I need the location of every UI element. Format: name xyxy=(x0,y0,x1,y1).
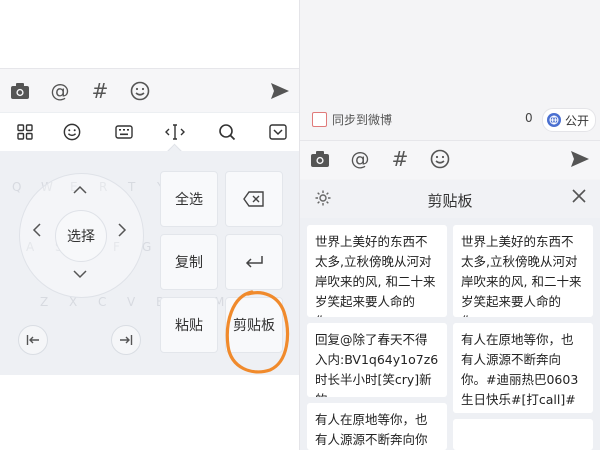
at-icon[interactable]: @ xyxy=(48,79,72,103)
visibility-button[interactable]: 公开 xyxy=(542,108,596,132)
cursor-move-icon[interactable] xyxy=(163,120,187,144)
sync-row: 同步到微博 0 公开 xyxy=(300,106,600,132)
collapse-keyboard-icon[interactable] xyxy=(266,120,290,144)
clipboard-header: 剪贴板 xyxy=(300,180,600,218)
select-all-key[interactable]: 全选 xyxy=(160,171,218,227)
arrow-up-icon[interactable] xyxy=(70,180,90,200)
backspace-icon xyxy=(243,191,264,207)
clipboard-item[interactable]: 有人在原地等你，也有人源源不断奔向你 xyxy=(307,403,447,450)
arrow-left-icon[interactable] xyxy=(27,222,47,242)
arrow-right-icon[interactable] xyxy=(112,222,132,242)
ghost-key: V xyxy=(127,295,136,309)
move-to-end-icon[interactable] xyxy=(111,325,141,355)
enter-key[interactable] xyxy=(225,234,283,290)
paste-key[interactable]: 粘贴 xyxy=(160,297,218,353)
sync-checkbox[interactable] xyxy=(312,112,327,127)
at-icon[interactable]: @ xyxy=(348,147,372,171)
clipboard-item[interactable]: 世界上美好的东西不太多,立秋傍晚从河对岸吹来的风, 和二十来岁笑起来要人命的你。… xyxy=(453,225,593,317)
hash-icon[interactable]: # xyxy=(88,79,112,103)
clipboard-item[interactable]: 有人在原地等你，也有人源源不断奔向你。#迪丽热巴0603生日快乐#[打call]… xyxy=(453,323,593,413)
send-icon[interactable] xyxy=(268,79,292,103)
select-label: 选择 xyxy=(67,229,95,245)
select-button[interactable]: 选择 xyxy=(55,210,107,262)
keyboard-panel: @ # QWERTYUIOPASDFGHJKLZXCVBNM xyxy=(0,0,300,450)
char-count: 0 xyxy=(525,111,533,125)
annotation-circle xyxy=(225,290,290,374)
copy-key[interactable]: 复制 xyxy=(160,234,218,290)
ghost-key: Z xyxy=(40,295,49,309)
camera-icon[interactable] xyxy=(308,147,332,171)
emoji-face-icon[interactable] xyxy=(60,120,84,144)
copy-label: 复制 xyxy=(175,255,203,271)
keyboard-icon[interactable] xyxy=(112,120,136,144)
clipboard-item[interactable] xyxy=(453,419,593,450)
paste-label: 粘贴 xyxy=(175,318,203,334)
ghost-key: C xyxy=(98,295,107,309)
visibility-label: 公开 xyxy=(565,113,590,128)
sync-label: 同步到微博 xyxy=(332,113,393,127)
ghost-key: Q xyxy=(12,180,22,194)
ghost-key: T xyxy=(128,180,136,194)
enter-icon xyxy=(245,256,263,268)
backspace-key[interactable] xyxy=(225,171,283,227)
close-icon[interactable] xyxy=(572,188,586,208)
send-icon[interactable] xyxy=(568,147,592,171)
emoji-icon[interactable] xyxy=(128,79,152,103)
emoji-icon[interactable] xyxy=(428,147,452,171)
clipboard-item[interactable]: 世界上美好的东西不太多,立秋傍晚从河对岸吹来的风, 和二十来岁笑起来要人命的你。… xyxy=(307,225,447,317)
keyboard-toolbar xyxy=(0,112,300,160)
right-quick-insert-bar: @ # xyxy=(300,140,600,179)
camera-icon[interactable] xyxy=(8,79,32,103)
hash-icon[interactable]: # xyxy=(388,147,412,171)
move-to-start-icon[interactable] xyxy=(18,325,48,355)
globe-icon xyxy=(547,113,561,127)
quick-insert-bar: @ # xyxy=(0,68,300,113)
select-all-label: 全选 xyxy=(175,192,203,208)
grid-icon[interactable] xyxy=(13,120,37,144)
clipboard-item[interactable]: 回复@除了春天不得入内:BV1q64y1o7z6 时长半小时[笑cry]新的 xyxy=(307,323,447,397)
search-icon[interactable] xyxy=(215,120,239,144)
arrow-down-icon[interactable] xyxy=(70,264,90,284)
clipboard-title: 剪贴板 xyxy=(427,192,473,210)
